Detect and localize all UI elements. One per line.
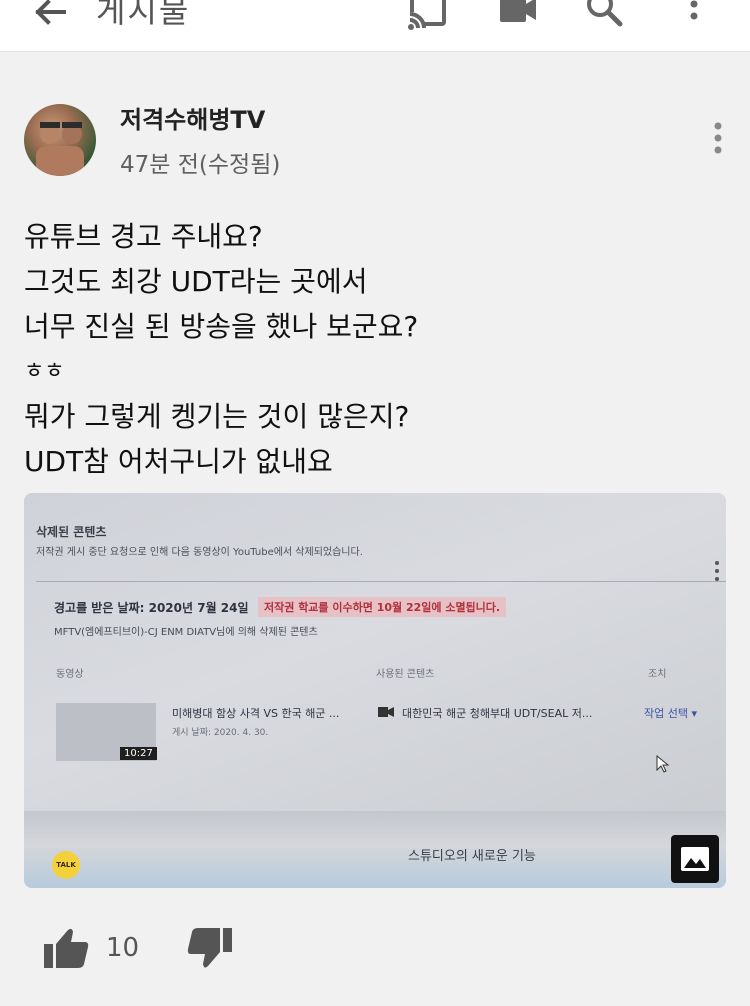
warning-date: 경고를 받은 날짜: 2020년 7월 24일 <box>54 601 249 615</box>
post-line: 뭐가 그렇게 켕기는 것이 많은지? <box>24 400 410 433</box>
post-line: UDT참 어처구니가 없내요 <box>24 445 333 478</box>
video-camera-icon <box>378 707 394 717</box>
column-video: 동영상 <box>56 669 84 680</box>
action-select: 작업 선택 ▾ <box>644 707 697 720</box>
like-icon[interactable] <box>40 924 92 972</box>
video-duration: 10:27 <box>120 747 157 760</box>
search-icon[interactable] <box>584 0 628 34</box>
app-bar: 게시물 <box>0 0 750 52</box>
column-action: 조치 <box>648 669 667 680</box>
page-title: 게시물 <box>96 0 191 30</box>
claimant-text: MFTV(엠에프티브이)-CJ ENM DIATV님에 의해 삭제된 콘텐츠 <box>54 627 318 638</box>
warning-note: 저작권 학교를 이수하면 10월 22일에 소멸됩니다. <box>258 597 507 617</box>
post-line: 그것도 최강 UDT라는 곳에서 <box>24 265 368 298</box>
deleted-content-description: 저작권 게시 중단 요청으로 인해 다음 동영상이 YouTube에서 삭제되었… <box>36 547 363 558</box>
photo-bottom-band <box>24 811 726 888</box>
video-title: 미해병대 함상 사격 VS 한국 해군 ... <box>172 707 340 720</box>
like-count: 10 <box>106 933 140 963</box>
channel-avatar[interactable] <box>24 104 96 176</box>
post-image[interactable]: 삭제된 콘텐츠 저작권 게시 중단 요청으로 인해 다음 동영상이 YouTub… <box>24 493 726 888</box>
post-body: 유튜브 경고 주내요? 그것도 최강 UDT라는 곳에서 너무 진실 된 방송을… <box>24 214 724 484</box>
post-more-icon[interactable] <box>702 120 734 160</box>
more-vert-icon[interactable] <box>672 0 716 34</box>
dislike-icon[interactable] <box>184 926 236 974</box>
post-time: 47분 전(수정됨) <box>120 152 281 178</box>
post-line: ㅎㅎ <box>24 359 65 384</box>
video-date: 게시 날짜: 2020. 4. 30. <box>172 728 269 738</box>
column-used-content: 사용된 콘텐츠 <box>376 669 435 680</box>
channel-name[interactable]: 저격수해병TV <box>120 100 265 135</box>
post-line: 너무 진실 된 방송을 했나 보군요? <box>24 310 419 343</box>
image-icon[interactable] <box>671 835 719 883</box>
deleted-content-heading: 삭제된 콘텐츠 <box>36 525 107 539</box>
post-line: 유튜브 경고 주내요? <box>24 220 263 253</box>
photo-more-icon <box>715 561 719 581</box>
cast-icon[interactable] <box>406 0 450 34</box>
studio-new-features: 스튜디오의 새로운 기능 <box>408 849 536 864</box>
video-camera-icon[interactable] <box>496 0 540 34</box>
mouse-cursor-icon <box>656 755 670 773</box>
kakaotalk-icon: TALK <box>52 851 80 879</box>
back-arrow-icon[interactable] <box>28 0 72 34</box>
used-content-title: 대한민국 해군 청해부대 UDT/SEAL 저... <box>402 707 593 720</box>
